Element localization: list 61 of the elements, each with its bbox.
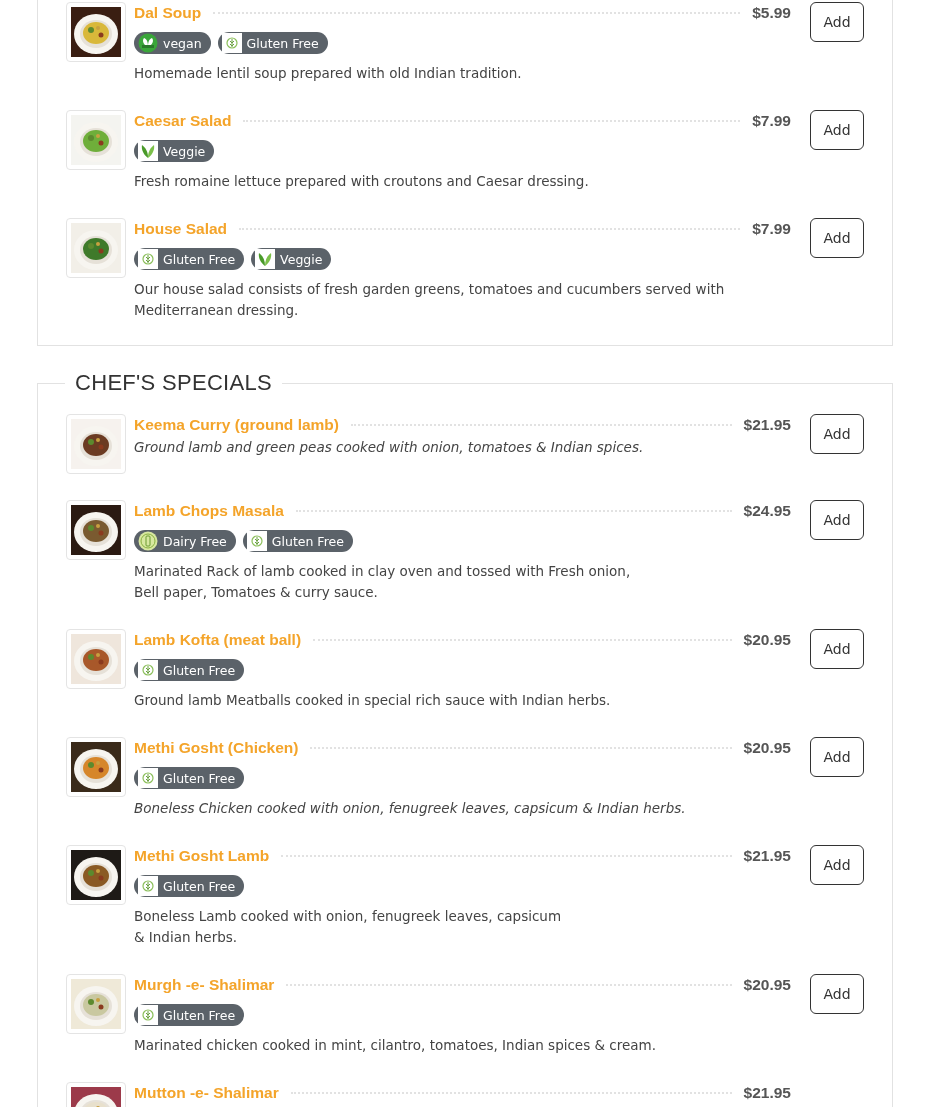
dish-description: Ground lamb and green peas cooked with onion, tomatoes & Indian spices. (134, 438, 645, 457)
diet-tag: Gluten Free (134, 1004, 245, 1026)
diet-tag: Gluten Free (134, 767, 245, 789)
diet-tag: Gluten Free (217, 32, 328, 54)
wheat-icon (138, 660, 158, 680)
dish-description: Boneless Lamb cooked with onion, fenugreek leaves, capsicum & Indian herbs. (134, 907, 563, 947)
add-button[interactable]: Add (810, 845, 864, 885)
dish-name: Methi Gosht (Chicken) (134, 739, 299, 757)
wheat-icon (138, 1005, 158, 1025)
leaves-icon (138, 141, 158, 161)
bottle-circle-icon (138, 531, 158, 551)
dish-name: Mutton -e- Shalimar (134, 1084, 279, 1102)
diet-tag: Gluten Free (134, 659, 245, 681)
leaf-circle-icon (138, 33, 158, 53)
wheat-icon (138, 876, 158, 896)
diet-tag: Gluten Free (134, 248, 245, 270)
dish-description: Boneless Chicken cooked with onion, fenugreek leaves, capsicum & Indian herbs. (134, 799, 687, 818)
add-button[interactable]: Add (810, 500, 864, 540)
dish-description: Fresh romaine lettuce prepared with croutons and Caesar dressing. (134, 172, 590, 191)
dish-name: Dal Soup (134, 4, 202, 22)
add-button[interactable]: Add (810, 2, 864, 42)
add-button[interactable]: Add (810, 737, 864, 777)
section-title: CHEF'S SPECIALS (74, 370, 273, 396)
dish-name: Murgh -e- Shalimar (134, 976, 275, 994)
dish-price: $21.95 (743, 1084, 791, 1102)
dish-description: Homemade lentil soup prepared with old Indian tradition. (134, 64, 523, 83)
add-button[interactable]: Add (810, 414, 864, 454)
dish-name: Caesar Salad (134, 112, 232, 130)
add-button[interactable]: Add (810, 110, 864, 150)
add-button[interactable]: Add (810, 974, 864, 1014)
dish-price: $5.99 (752, 4, 791, 22)
dish-price: $24.95 (743, 502, 791, 520)
dish-price: $21.95 (743, 416, 791, 434)
dish-name: House Salad (134, 220, 228, 238)
wheat-icon (221, 33, 242, 53)
dish-price: $20.95 (743, 976, 791, 994)
diet-tag: vegan (134, 32, 211, 54)
dish-price: $20.95 (743, 631, 791, 649)
diet-tag: Veggie (251, 248, 332, 270)
wheat-icon (246, 531, 267, 551)
dish-price: $7.99 (752, 220, 791, 238)
dish-name: Lamb Chops Masala (134, 502, 284, 520)
diet-tag: Veggie (134, 140, 215, 162)
add-button[interactable]: Add (810, 629, 864, 669)
diet-tag: Gluten Free (242, 530, 353, 552)
dish-name: Lamb Kofta (meat ball) (134, 631, 302, 649)
dish-name: Keema Curry (ground lamb) (134, 416, 339, 434)
dish-price: $20.95 (743, 739, 791, 757)
dish-description: Ground lamb Meatballs cooked in special rich sauce with Indian herbs. (134, 691, 612, 710)
wheat-icon (138, 249, 158, 269)
wheat-icon (138, 768, 158, 788)
dish-price: $21.95 (743, 847, 791, 865)
dish-name: Methi Gosht Lamb (134, 847, 270, 865)
dish-description: Marinated chicken cooked in mint, cilantro, tomatoes, Indian spices & cream. (134, 1036, 658, 1055)
dish-description: Marinated Rack of lamb cooked in clay oven and tossed with Fresh onion, Bell paper, Tomatoes & curry sauce. (134, 562, 632, 602)
diet-tag: Dairy Free (134, 530, 236, 552)
add-button[interactable]: Add (810, 218, 864, 258)
diet-tag: Gluten Free (134, 875, 245, 897)
dish-price: $7.99 (752, 112, 791, 130)
leaves-icon (255, 249, 276, 269)
dish-description: Our house salad consists of fresh garden greens, tomatoes and cucumbers served with Mediterranean dressing. (134, 280, 726, 320)
